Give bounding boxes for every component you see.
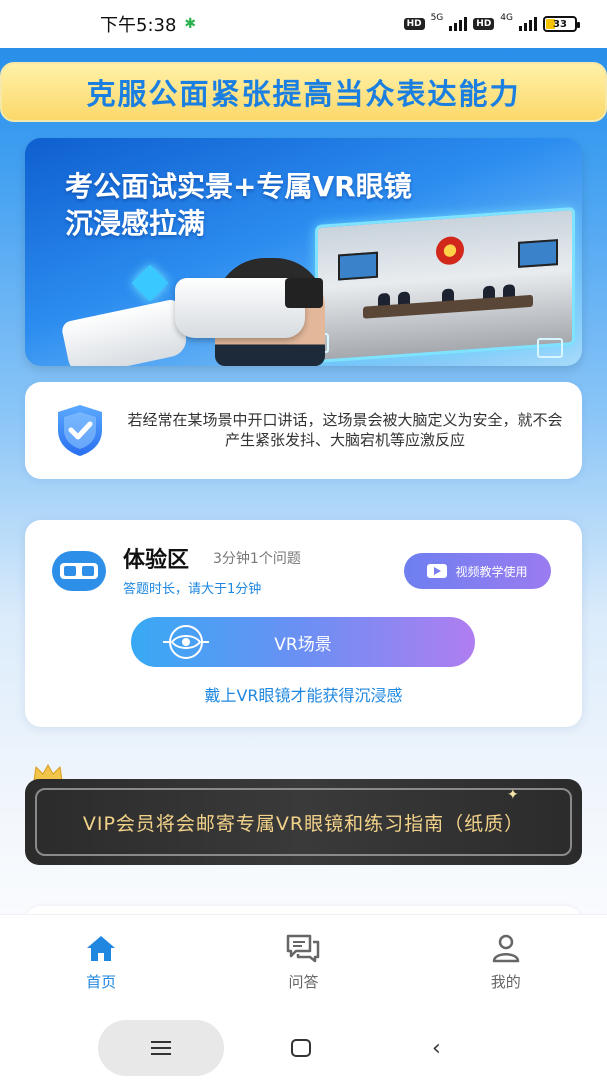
system-menu-button[interactable]: [98, 1020, 224, 1076]
vr-scene-button[interactable]: VR场景: [131, 617, 475, 667]
signal-icon: [449, 17, 468, 31]
vr-glasses-icon: [52, 551, 106, 591]
chat-icon: [287, 934, 320, 963]
system-navigation-bar: ‹: [0, 1010, 607, 1080]
info-card: 若经常在某场景中开口讲话，这场景会被大脑定义为安全，就不会产生紧张发抖、大脑宕机…: [25, 382, 582, 479]
user-icon: [492, 934, 520, 963]
nav-label-mine: 我的: [490, 973, 521, 991]
nav-item-qa[interactable]: 问答: [243, 933, 363, 992]
play-video-icon: [427, 564, 448, 578]
nav-label-home: 首页: [86, 973, 117, 991]
battery-level: 33: [553, 18, 567, 30]
network-5g-label: 5G: [430, 13, 444, 23]
status-indicators: HD 5G HD 4G 33: [403, 13, 580, 32]
answer-duration-hint: 答题时长，请大于1分钟: [123, 582, 262, 597]
battery-icon: 33: [543, 16, 580, 32]
network-4g-label: 4G: [500, 13, 513, 23]
experience-title: 体验区: [123, 548, 190, 573]
hd-badge-2: HD: [473, 18, 495, 30]
status-time: 下午5:38: [100, 15, 177, 36]
vip-banner[interactable]: VIP会员将会邮寄专属VR眼镜和练习指南（纸质） ✦: [25, 779, 582, 865]
nav-item-mine[interactable]: 我的: [446, 933, 566, 992]
vr-scene-label: VR场景: [274, 634, 332, 655]
shield-check-icon: [58, 405, 102, 456]
nav-label-qa: 问答: [288, 973, 319, 991]
hero-banner[interactable]: 考公面试实景+专属VR眼镜 沉浸感拉满: [25, 138, 582, 366]
nav-item-home[interactable]: 首页: [41, 933, 161, 992]
experience-subtitle: 3分钟1个问题: [213, 551, 301, 567]
sparkle-icon: ✦: [507, 787, 519, 803]
menu-icon: [151, 1041, 171, 1055]
video-tutorial-button[interactable]: 视频教学使用: [404, 553, 551, 589]
status-bar: 下午5:38 ✱ HD 5G HD 4G 33: [0, 0, 607, 48]
system-back-button[interactable]: ‹: [432, 1036, 441, 1061]
app-notification-icon: ✱: [184, 16, 197, 32]
vr-strap: [285, 278, 323, 308]
video-tutorial-label: 视频教学使用: [455, 564, 528, 579]
eye-scan-icon: [163, 625, 209, 659]
system-home-button[interactable]: [291, 1039, 311, 1057]
experience-card: 体验区 3分钟1个问题 答题时长，请大于1分钟 视频教学使用 VR场景 戴上VR…: [25, 520, 582, 727]
header-banner-text: 克服公面紧张提高当众表达能力: [86, 77, 521, 111]
info-text: 若经常在某场景中开口讲话，这场景会被大脑定义为安全，就不会产生紧张发抖、大脑宕机…: [127, 411, 563, 449]
vr-immersion-note: 戴上VR眼镜才能获得沉浸感: [204, 686, 403, 705]
vr-headset-image: [60, 298, 190, 366]
signal-icon-2: [519, 17, 537, 31]
home-icon: [87, 936, 116, 961]
hologram-monitor-icon-2: [537, 338, 563, 358]
vip-banner-text: VIP会员将会邮寄专属VR眼镜和练习指南（纸质）: [82, 812, 525, 835]
header-banner: 克服公面紧张提高当众表达能力: [0, 62, 607, 122]
meeting-room-image: [315, 206, 575, 364]
hologram-cube-icon: [131, 264, 169, 302]
hd-badge: HD: [403, 18, 425, 30]
hero-title-line1: 考公面试实景+专属VR眼镜: [65, 170, 412, 203]
bottom-navigation: 首页 问答 我的: [0, 914, 607, 1010]
